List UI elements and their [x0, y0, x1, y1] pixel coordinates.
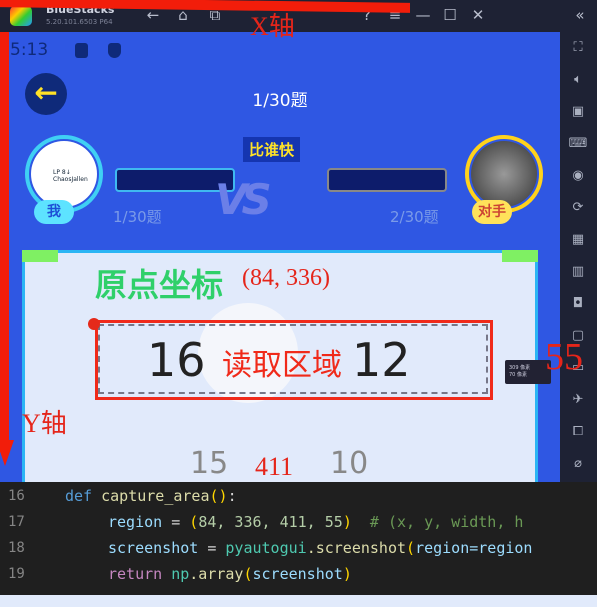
code-line-16: def capture_area(): [65, 487, 237, 505]
vs-logo: VS [215, 175, 272, 224]
code-line-18: screenshot = pyautogui.screenshot(region… [108, 539, 533, 557]
race-label: 比谁快 [243, 137, 301, 162]
tooltip-height: 70 像素 [509, 372, 527, 378]
line-number: 19 [8, 566, 25, 582]
status-time: 5:13 [10, 40, 49, 60]
opponent-tag: 对手 [472, 200, 512, 224]
minimize-icon[interactable]: — [413, 6, 433, 24]
line-number: 16 [8, 488, 25, 504]
x-axis-label: X轴 [250, 12, 295, 41]
rotate-screen-icon[interactable]: ⧠ [568, 424, 588, 444]
macro-icon[interactable]: ▦ [568, 232, 588, 252]
me-tag: 我 [34, 200, 74, 224]
origin-coord: (84, 336) [242, 265, 330, 291]
app-version: 5.20.101.6503 P64 [46, 18, 113, 26]
fullscreen-icon[interactable]: ⛶ [568, 40, 588, 60]
height-annotation: 55 [545, 336, 583, 378]
pointer-icon[interactable]: ▣ [568, 104, 588, 124]
my-level: LP 8↓ [53, 169, 71, 176]
question-counter: 1/30题 [252, 91, 308, 111]
line-number: 18 [8, 540, 25, 556]
line-number: 17 [8, 514, 25, 530]
multi-sync-icon[interactable]: ▥ [568, 264, 588, 284]
opponent-progress-bar [327, 168, 447, 192]
origin-dot [88, 318, 100, 330]
my-name: ChaosJallen [53, 176, 88, 183]
airplane-icon[interactable]: ✈ [568, 392, 588, 412]
notification-a-icon [75, 43, 88, 58]
code-editor: 16 17 18 19 def capture_area(): region =… [0, 482, 597, 595]
tooltip-width: 309 像素 [509, 365, 531, 371]
record-icon[interactable]: ◉ [568, 168, 588, 188]
bluestacks-logo [10, 6, 32, 26]
close-icon[interactable]: ✕ [468, 6, 488, 24]
opponent-avatar [471, 141, 537, 207]
bluestacks-sidebar [560, 32, 597, 482]
my-progress: 1/30题 [113, 208, 162, 226]
width-annotation: 411 [255, 452, 294, 481]
volume-icon[interactable]: 🔈︎ [568, 72, 588, 92]
card-corner [502, 250, 538, 262]
maximize-icon[interactable]: ☐ [440, 6, 460, 24]
play-shield-icon [108, 43, 121, 58]
screenshot-icon[interactable]: ◘ [568, 296, 588, 316]
eco-mode-icon[interactable]: ⌀ [568, 456, 588, 476]
keyboard-icon[interactable]: ⌨ [568, 136, 588, 156]
code-line-19: return np.array(screenshot) [108, 565, 352, 583]
bottom-right-number: 10 [330, 446, 369, 481]
collapse-sidebar-icon[interactable]: « [570, 6, 590, 24]
rotate-icon[interactable]: ⟳ [568, 200, 588, 220]
bottom-card-strip [0, 595, 597, 607]
opponent-progress: 2/30题 [390, 208, 439, 226]
code-line-17: region = (84, 336, 411, 55) # (x, y, wid… [108, 513, 524, 531]
y-axis-label: Y轴 [22, 409, 67, 438]
bottom-left-number: 15 [190, 446, 229, 481]
y-axis-arrowhead [0, 440, 14, 466]
y-axis-arrow [0, 32, 9, 452]
region-label: 读取区域 [222, 348, 342, 383]
my-avatar: LP 8↓ ChaosJallen [31, 141, 97, 207]
origin-label: 原点坐标 [95, 266, 224, 304]
card-corner [22, 250, 58, 262]
